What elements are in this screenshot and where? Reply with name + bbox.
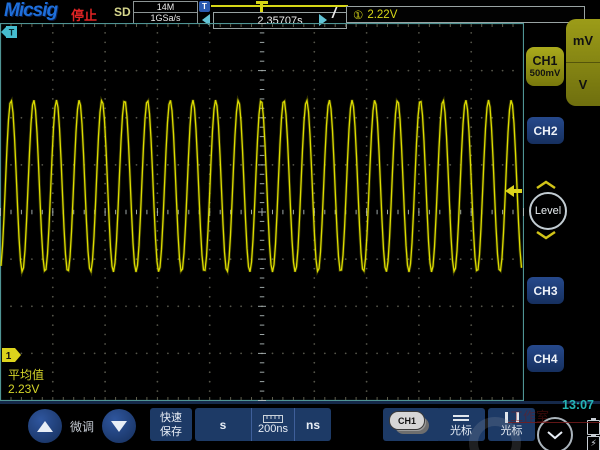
measurement-value: 2.23V (8, 382, 40, 396)
vertical-scale-rocker: mV V (566, 19, 600, 106)
up-triangle-icon (37, 420, 53, 432)
channel-3-button[interactable]: CH3 (527, 277, 564, 304)
run-stop-status[interactable]: 停止 (71, 5, 97, 24)
trace-glow (0, 94, 523, 278)
fine-tune-up-button[interactable] (28, 409, 62, 443)
quick-save-button[interactable]: 快速 保存 (150, 408, 192, 441)
oscilloscope-screen: Micsig 停止 SD 14M 1GSa/s T 2.35707s / ① 2… (0, 0, 600, 450)
channel-4-button[interactable]: CH4 (527, 345, 564, 372)
fine-tune-label: 微调 (69, 420, 94, 434)
level-knob[interactable]: Level (529, 192, 567, 230)
trigger-level-arrow[interactable] (505, 185, 522, 197)
timebase-nanoseconds-button[interactable]: ns (294, 408, 331, 441)
timebase-value: 200ns (258, 422, 288, 435)
trigger-time-corner-icon: T (1, 26, 17, 38)
chevron-down-icon (547, 431, 563, 440)
memory-depth: 14M (134, 2, 197, 13)
horizontal-cursor-label: 光标 (450, 424, 472, 437)
scale-v-button[interactable]: V (566, 63, 600, 106)
scale-mv-button[interactable]: mV (566, 19, 600, 63)
level-down-chevron-icon[interactable] (535, 230, 557, 240)
channel-select-button[interactable]: CH1 (383, 408, 441, 441)
quick-save-line1: 快速 (160, 411, 182, 424)
quick-save-line2: 保存 (160, 425, 182, 438)
center-crosshair (0, 23, 524, 401)
ruler-icon (263, 414, 283, 423)
horizontal-cursor-button[interactable]: 光标 (437, 408, 485, 441)
timebase-seconds-button[interactable]: s (195, 408, 251, 441)
trigger-level-readout[interactable]: ① 2.22V (346, 6, 585, 23)
sd-card-label: SD (114, 5, 131, 19)
channel-1-ground-marker[interactable]: 1 (2, 348, 21, 362)
sample-rate: 1GSa/s (150, 13, 181, 23)
trigger-slope-icon[interactable]: / (332, 5, 336, 22)
channel-1-badge[interactable]: CH1 500mV (526, 47, 564, 86)
channel-1-trace (0, 98, 523, 275)
trigger-position-icon: T (199, 1, 210, 12)
keycap-top: CH1 (389, 411, 425, 430)
collapse-menu-button[interactable] (537, 417, 573, 450)
vertical-cursor-label: 光标 (500, 425, 523, 437)
level-up-chevron-icon[interactable] (535, 180, 557, 190)
timebase-value-button[interactable]: 200ns (251, 408, 294, 441)
channel-1-label: CH1 (532, 54, 558, 68)
scope-canvas: T 1 (0, 22, 525, 402)
trigger-source-badge: ① (353, 9, 364, 22)
channel-1-scale: 500mV (529, 68, 561, 79)
brand-logo: Micsig (4, 0, 58, 21)
svg-text:1: 1 (6, 351, 12, 362)
clock: 13:07 (562, 398, 594, 412)
battery-charging-icon: ⚡ (587, 434, 600, 450)
measurement-label: 平均值 (8, 368, 45, 382)
down-triangle-icon (111, 420, 127, 432)
trigger-level-value: 2.22V (367, 8, 398, 21)
horizontal-cursor-icon (453, 413, 469, 423)
fine-tune-down-button[interactable] (102, 409, 136, 443)
measurement-readout: 平均值 2.23V (8, 368, 44, 396)
timebase-control: s 200ns ns (195, 408, 331, 441)
channel-2-button[interactable]: CH2 (527, 117, 564, 144)
battery-icon (587, 418, 600, 435)
memory-sample-box: 14M 1GSa/s (133, 1, 198, 24)
bottom-separator (0, 401, 600, 404)
trigger-position-line (211, 5, 348, 7)
vertical-cursor-icon (504, 412, 519, 423)
trigger-position-marker[interactable] (256, 1, 268, 12)
vertical-cursor-button[interactable]: 光标 (488, 408, 535, 441)
waveform-display[interactable]: T 1 平均值 2.23V (0, 22, 525, 402)
svg-text:T: T (9, 28, 15, 38)
